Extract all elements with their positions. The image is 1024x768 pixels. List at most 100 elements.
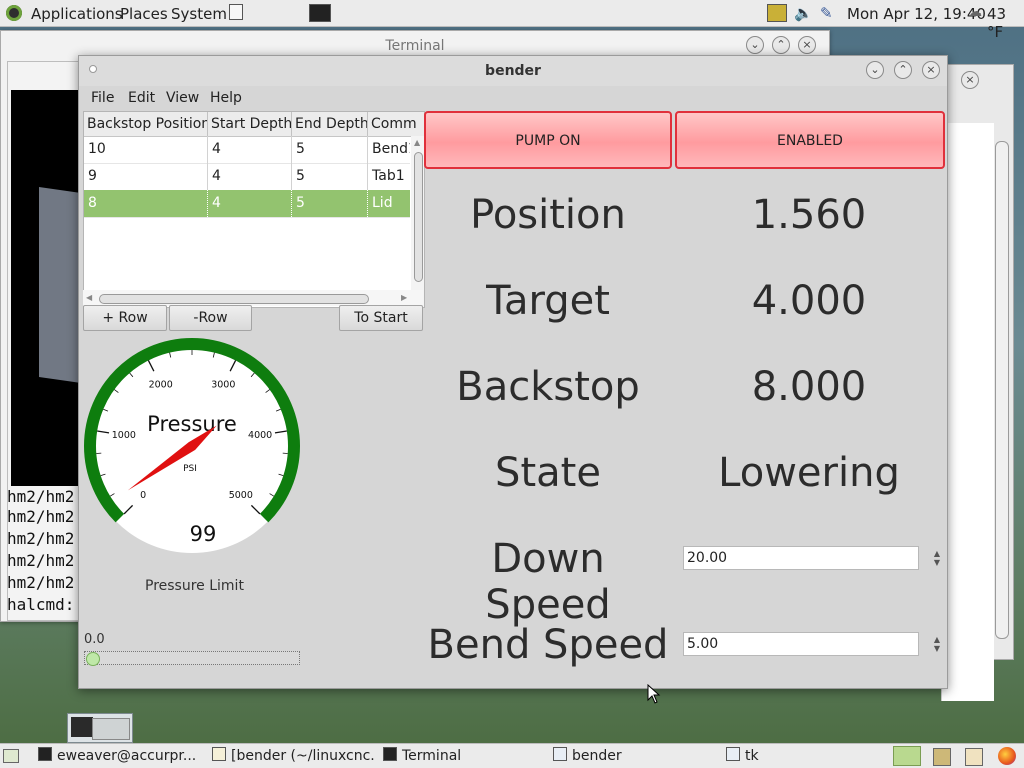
editor-icon [212,747,226,761]
menu-file[interactable]: File [91,90,114,106]
cell-start-depth[interactable]: 4 [208,163,292,190]
workspace-thumbnail[interactable] [67,713,133,743]
position-label: Position [470,192,626,238]
cell-end-depth[interactable]: 5 [292,190,368,217]
enabled-toggle-button[interactable]: ENABLED [675,111,945,169]
terminal-icon[interactable] [309,4,331,22]
scroll-thumb[interactable] [99,294,369,304]
scroll-up-icon[interactable]: ▲ [414,138,420,147]
table-row-selected[interactable]: 8 4 5 Lid [84,190,410,218]
terminal-graphics-area [11,90,81,486]
gauge-tick-label: 0 [140,490,146,501]
terminal-line: hm2/hm2 [7,507,75,526]
spin-arrows-icon[interactable]: ▲ ▼ [934,635,940,653]
taskbar-item[interactable]: tk [726,747,876,766]
taskbar-item[interactable]: [bender (~/linuxcnc... [212,747,374,766]
bend-speed-label: Bend Speed [427,622,669,668]
cell-start-depth[interactable]: 4 [208,136,292,163]
notes-icon[interactable] [933,748,951,766]
menu-view[interactable]: View [166,90,199,106]
tk-close-button[interactable]: × [961,71,979,89]
pressure-limit-slider[interactable] [84,651,300,666]
slider-knob[interactable] [86,652,100,666]
firefox-icon[interactable] [998,747,1016,765]
cell-backstop[interactable]: 9 [84,163,208,190]
taskbar-item[interactable]: bender [553,747,703,766]
tk-window[interactable]: × [940,64,1014,701]
taskbar-item[interactable]: Terminal [383,747,533,766]
maximize-button[interactable]: ⌃ [894,61,912,79]
editor-icon[interactable] [965,748,983,766]
add-row-button[interactable]: + Row [83,305,167,331]
tk-content [941,123,994,701]
cell-end-depth[interactable]: 5 [292,163,368,190]
spin-arrows-icon[interactable]: ▲ ▼ [934,549,940,567]
steps-table[interactable]: Backstop Position Start Depth End Depth … [83,111,425,308]
applications-menu[interactable]: Applications [31,5,123,23]
scroll-thumb[interactable] [414,152,423,282]
show-desktop-icon[interactable] [3,749,19,763]
cell-backstop[interactable]: 8 [84,190,208,217]
remove-row-button[interactable]: -Row [169,305,252,331]
minimize-button[interactable]: ⌄ [746,36,764,54]
terminal-icon [383,747,397,761]
state-value: Lowering [718,450,900,496]
pump-toggle-button[interactable]: PUMP ON [424,111,672,169]
minimize-button[interactable]: ⌄ [866,61,884,79]
gauge-tick-label: 5000 [229,490,253,501]
table-row[interactable]: 10 4 5 Bend1 [84,136,410,164]
bend-speed-spinbox[interactable]: 5.00 ▲ ▼ [683,632,940,656]
down-speed-label: Down Speed [485,536,611,628]
cell-comment[interactable]: Tab1 [368,163,410,190]
down-speed-spinbox[interactable]: 20.00 ▲ ▼ [683,546,940,570]
terminal-prompt: halcmd: [7,595,75,614]
taskbar-label: bender [572,748,622,764]
terminal-line: hm2/hm2 [7,487,75,506]
taskbar-item[interactable]: eweaver@accurpr... [38,747,198,766]
down-speed-value[interactable]: 20.00 [687,550,727,566]
pressure-limit-value: 0.0 [84,632,105,647]
target-label: Target [486,278,610,324]
distro-logo-icon[interactable] [6,5,22,21]
scroll-right-icon[interactable]: ▶ [401,293,407,302]
menu-edit[interactable]: Edit [128,90,155,106]
workspace-1[interactable] [893,746,921,766]
cell-start-depth[interactable]: 4 [208,190,292,217]
cell-backstop[interactable]: 10 [84,136,208,163]
tk-scrollbar[interactable] [995,141,1009,639]
column-header-start-depth[interactable]: Start Depth [208,112,292,136]
close-button[interactable]: × [922,61,940,79]
taskbar-label: [bender (~/linuxcnc... [231,748,374,764]
places-menu[interactable]: Places [120,5,168,23]
table-vertical-scrollbar[interactable]: ▲ ▼ [411,136,424,307]
scroll-left-icon[interactable]: ◀ [86,293,92,302]
cell-end-depth[interactable]: 5 [292,136,368,163]
column-header-end-depth[interactable]: End Depth [292,112,368,136]
clock[interactable]: Mon Apr 12, 19:40 [847,5,986,23]
close-button[interactable]: × [798,36,816,54]
volume-icon[interactable]: 🔈 [794,4,813,22]
cell-comment[interactable]: Bend1 [368,136,410,163]
bend-speed-value[interactable]: 5.00 [687,636,718,652]
column-header-comment[interactable]: Comm [368,112,424,136]
notes-icon[interactable] [229,4,243,20]
system-menu[interactable]: System [171,5,227,23]
bender-window[interactable]: bender ⌄ ⌃ × File Edit View Help Backsto… [78,55,948,689]
taskbar-label: eweaver@accurpr... [57,748,197,764]
table-header: Backstop Position Start Depth End Depth … [84,112,424,137]
menu-help[interactable]: Help [210,90,242,106]
backstop-value: 8.000 [751,364,867,410]
table-horizontal-scrollbar[interactable]: ◀ ▶ [83,290,423,306]
thumb-terminal [71,717,93,737]
mouse-cursor-icon [647,684,661,704]
bender-titlebar[interactable]: bender ⌄ ⌃ × [79,56,947,86]
column-header-backstop[interactable]: Backstop Position [84,112,208,136]
to-start-button[interactable]: To Start [339,305,423,331]
maximize-button[interactable]: ⌃ [772,36,790,54]
table-row[interactable]: 9 4 5 Tab1 [84,163,410,191]
gauge-tick-label: 2000 [149,380,173,391]
display-icon[interactable] [767,4,787,22]
gauge-value: 99 [190,522,217,546]
network-icon[interactable]: ✎ [820,4,838,22]
cell-comment[interactable]: Lid [368,190,410,217]
